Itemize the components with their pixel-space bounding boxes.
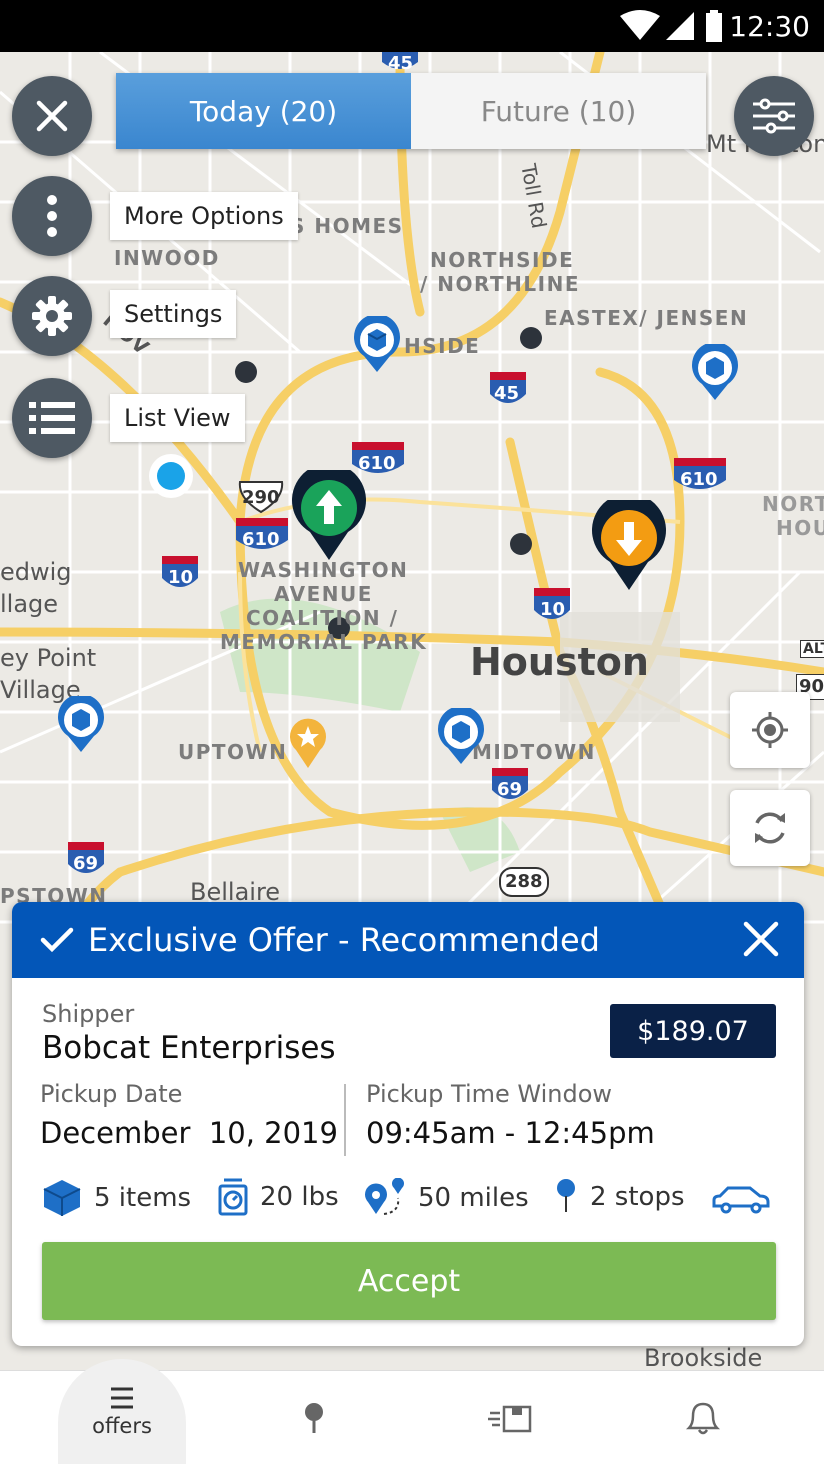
- map-label-avenue: AVENUE: [274, 582, 373, 606]
- accept-button[interactable]: Accept: [42, 1242, 776, 1320]
- more-options-button[interactable]: [12, 176, 92, 256]
- stops-text: 2 stops: [590, 1182, 685, 1212]
- shipper-name: Bobcat Enterprises: [42, 1030, 336, 1066]
- map-label-northside: NORTHSIDE: [430, 248, 575, 272]
- package-pin-icon[interactable]: [352, 316, 402, 374]
- map-label-inwood: INWOOD: [114, 246, 220, 270]
- list-view-label[interactable]: List View: [110, 394, 245, 442]
- map-label-brookside: Brookside: [644, 1344, 763, 1370]
- package-icon: [43, 1180, 81, 1216]
- hwy-10-label-b: 10: [540, 599, 566, 620]
- hwy-69-label-b: 69: [73, 853, 99, 874]
- divider: [344, 1084, 346, 1156]
- map-label-bellaire: Bellaire: [190, 878, 281, 906]
- list-view-button[interactable]: [12, 378, 92, 458]
- map-label-edwig: edwig: [0, 558, 72, 586]
- close-icon: [36, 100, 68, 132]
- wifi-icon: [620, 10, 660, 40]
- map-label-northline: / NORTHLINE: [420, 272, 580, 296]
- map-label-houston: Houston: [470, 640, 649, 684]
- map-label-coalition: COALITION /: [246, 606, 399, 630]
- map-label-hou: HOU: [776, 516, 824, 540]
- package-pin-icon[interactable]: [690, 344, 740, 402]
- sliders-icon: [753, 98, 795, 134]
- hwy-45-label: 45: [494, 383, 520, 404]
- stops-info: 2 stops: [554, 1178, 685, 1216]
- offer-card-header: Exclusive Offer - Recommended: [12, 902, 804, 978]
- map-label-homes: S HOMES: [290, 214, 404, 238]
- hwy-610-label-b: 610: [680, 469, 718, 490]
- gear-icon: [32, 296, 72, 336]
- map-pin-icon: [305, 1403, 323, 1433]
- nav-map[interactable]: [294, 1371, 334, 1464]
- hwy-288-label: 288: [505, 871, 543, 892]
- offer-card[interactable]: Exclusive Offer - Recommended Shipper Bo…: [12, 902, 804, 1346]
- refresh-icon: [755, 812, 785, 844]
- map-label-llage: llage: [0, 590, 59, 618]
- day-tabs: Today (20) Future (10): [116, 73, 706, 149]
- package-stack-icon: [488, 1405, 532, 1433]
- map-pin-icon: [557, 1179, 575, 1212]
- map-label-eastex: EASTEX/ JENSEN: [544, 306, 749, 330]
- hwy-69-label-a: 69: [497, 779, 523, 800]
- my-location-button[interactable]: [730, 692, 810, 768]
- distance-info: 50 miles: [364, 1178, 529, 1218]
- delivery-pin-icon[interactable]: [590, 500, 668, 592]
- map-label-hside: HSIDE: [404, 334, 481, 358]
- refresh-button[interactable]: [730, 790, 810, 866]
- status-bar: 12:30: [0, 0, 824, 52]
- status-time: 12:30: [729, 10, 810, 43]
- checkmark-icon: [40, 927, 74, 953]
- route-icon: [365, 1178, 404, 1215]
- pickup-pin-icon[interactable]: [290, 470, 368, 562]
- list-icon: [29, 402, 75, 434]
- map-label-ey-point: ey Point: [0, 644, 97, 672]
- settings-label[interactable]: Settings: [110, 290, 237, 338]
- shipper-label: Shipper: [42, 1000, 135, 1028]
- weight-info: 20 lbs: [218, 1178, 339, 1216]
- star-pin-icon[interactable]: [288, 716, 328, 770]
- hwy-610-label-c: 610: [242, 529, 280, 550]
- package-pin-icon[interactable]: [436, 708, 486, 766]
- pickup-date: December 10, 2019: [40, 1116, 338, 1150]
- nav-offers[interactable]: offers: [58, 1359, 186, 1464]
- close-map-button[interactable]: [12, 76, 92, 156]
- scale-icon: [218, 1178, 248, 1216]
- crosshair-icon: [752, 712, 788, 748]
- bottom-navigation: offers: [0, 1359, 824, 1464]
- battery-icon: [706, 10, 722, 42]
- map-label-memorial: MEMORIAL PARK: [220, 630, 428, 654]
- car-icon: [712, 1186, 770, 1214]
- more-options-label[interactable]: More Options: [110, 192, 298, 240]
- nav-notifications[interactable]: [680, 1371, 726, 1464]
- items-count: 5 items: [42, 1178, 191, 1218]
- alt-route-label: ALT: [800, 640, 824, 658]
- distance-text: 50 miles: [418, 1183, 529, 1213]
- pickup-window-label: Pickup Time Window: [366, 1080, 613, 1108]
- more-vertical-icon: [47, 195, 57, 237]
- hwy-10-label-a: 10: [168, 567, 194, 588]
- map-label-midtown: MIDTOWN: [472, 740, 596, 764]
- package-pin-icon[interactable]: [56, 696, 106, 754]
- pickup-date-label: Pickup Date: [40, 1080, 183, 1108]
- offer-title: Exclusive Offer - Recommended: [88, 921, 600, 959]
- hwy-290-label: 290: [242, 487, 280, 508]
- settings-button[interactable]: [12, 276, 92, 356]
- cell-signal-icon: [666, 12, 694, 40]
- items-text: 5 items: [94, 1183, 192, 1213]
- nav-deliveries[interactable]: [484, 1371, 536, 1464]
- bell-icon: [685, 1402, 721, 1435]
- tab-today[interactable]: Today (20): [116, 73, 411, 149]
- map-label-uptown: UPTOWN: [178, 740, 288, 764]
- tab-future[interactable]: Future (10): [411, 73, 706, 149]
- close-icon[interactable]: [742, 920, 780, 958]
- filter-button[interactable]: [734, 76, 814, 156]
- weight-text: 20 lbs: [260, 1182, 339, 1212]
- price-badge: $189.07: [610, 1004, 776, 1058]
- menu-icon: [111, 1387, 133, 1409]
- nav-offers-label: offers: [92, 1414, 152, 1438]
- map-label-nort: NORT: [762, 492, 824, 516]
- pickup-window: 09:45am - 12:45pm: [366, 1116, 655, 1150]
